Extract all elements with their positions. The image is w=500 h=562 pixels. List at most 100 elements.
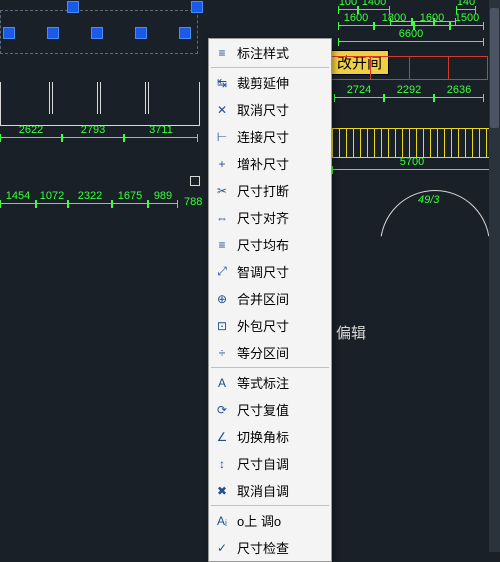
selection-grip[interactable] bbox=[192, 2, 202, 12]
menu-item-label: 合并区间 bbox=[237, 289, 323, 308]
dim-value: 2793 bbox=[81, 124, 105, 136]
menu-item-label: 标注样式 bbox=[237, 43, 323, 62]
menu-separator bbox=[211, 67, 329, 68]
menu-item-icon: ⊕ bbox=[213, 290, 231, 308]
menu-item[interactable]: A 等式标注 bbox=[209, 369, 331, 396]
menu-item-label: 尺寸打断 bbox=[237, 181, 323, 200]
menu-item-label: 尺寸自调 bbox=[237, 454, 323, 473]
menu-item[interactable]: ≡ 尺寸均布 bbox=[209, 231, 331, 258]
dim-value: 1500 bbox=[455, 12, 479, 24]
menu-item-label: o上 调o bbox=[237, 511, 323, 530]
menu-item[interactable]: ↕ 尺寸自调 bbox=[209, 450, 331, 477]
dimension-run: 5700 bbox=[332, 164, 492, 182]
menu-item-label: 智调尺寸 bbox=[237, 262, 323, 281]
selection-grip[interactable] bbox=[68, 2, 78, 12]
menu-item-icon: ≡ bbox=[213, 236, 231, 254]
dimension-run: 2622 2793 3711 bbox=[0, 132, 198, 150]
menu-item-icon: ↹ bbox=[213, 74, 231, 92]
context-menu: ≡ 标注样式 ↹ 裁剪延伸 ✕ 取消尺寸 ⊢ 连接尺寸 + 增补尺寸 ✂ 尺寸打断 ⇔ 尺寸对齐 ≡ 尺寸均布… bbox=[208, 38, 332, 562]
menu-item[interactable]: ✕ 取消尺寸 bbox=[209, 96, 331, 123]
side-label: 偏辑 bbox=[336, 322, 366, 343]
dim-value: 1600 bbox=[344, 12, 368, 24]
hatch-region bbox=[332, 128, 492, 158]
menu-item-icon: A bbox=[213, 374, 231, 392]
dim-value: 3711 bbox=[149, 124, 173, 136]
menu-item[interactable]: ⊢ 连接尺寸 bbox=[209, 123, 331, 150]
menu-separator bbox=[211, 367, 329, 368]
dim-value: 140 bbox=[457, 0, 475, 8]
menu-item-icon: ÷ bbox=[213, 344, 231, 362]
selection-grip[interactable] bbox=[48, 28, 58, 38]
selection-grip[interactable] bbox=[180, 28, 190, 38]
menu-item-icon: ⤢ bbox=[213, 263, 231, 281]
dim-value: 1675 bbox=[118, 190, 142, 202]
dim-value: 2322 bbox=[78, 190, 102, 202]
dim-value: 1800 bbox=[382, 12, 406, 24]
menu-item[interactable]: ✓ 尺寸检查 bbox=[209, 534, 331, 561]
menu-item[interactable]: ⇔ 尺寸对齐 bbox=[209, 204, 331, 231]
menu-item-label: 裁剪延伸 bbox=[237, 73, 323, 92]
menu-item-icon: ↕ bbox=[213, 455, 231, 473]
dim-value: 1072 bbox=[40, 190, 64, 202]
vertical-scrollbar[interactable] bbox=[489, 0, 500, 552]
menu-item-icon: ≡ bbox=[213, 44, 231, 62]
menu-item-label: 尺寸检查 bbox=[237, 538, 323, 557]
menu-item-icon: ⇔ bbox=[213, 209, 231, 227]
menu-item[interactable]: ÷ 等分区间 bbox=[209, 339, 331, 366]
dim-value: 788 bbox=[184, 196, 202, 208]
menu-item-icon: Aᵢ bbox=[213, 512, 231, 530]
dimension-run: 1454 1072 2322 1675 989 bbox=[0, 198, 178, 216]
menu-item[interactable]: Aᵢ o上 调o bbox=[209, 507, 331, 534]
menu-item[interactable]: ∠切换角标 bbox=[209, 423, 331, 450]
arc-outline bbox=[380, 190, 490, 300]
menu-item-icon: ⊢ bbox=[213, 128, 231, 146]
dim-value: 2636 bbox=[447, 84, 471, 96]
menu-item-icon: + bbox=[213, 155, 231, 173]
menu-item[interactable]: ⟳ 尺寸复值 bbox=[209, 396, 331, 423]
menu-item[interactable]: ✖ 取消自调 bbox=[209, 477, 331, 504]
menu-item[interactable]: ⤢ 智调尺寸 bbox=[209, 258, 331, 285]
dim-value: 100 bbox=[339, 0, 357, 8]
menu-item-label: 外包尺寸 bbox=[237, 316, 323, 335]
menu-item[interactable]: ⊡外包尺寸 bbox=[209, 312, 331, 339]
dim-value: 2622 bbox=[19, 124, 43, 136]
menu-item[interactable]: ≡ 标注样式 bbox=[209, 39, 331, 66]
menu-item-label: 增补尺寸 bbox=[237, 154, 323, 173]
selection-grip[interactable] bbox=[92, 28, 102, 38]
cad-canvas[interactable]: 100 1400 140 1600 1800 1600 1500 6600 改开… bbox=[0, 0, 500, 552]
dim-value: 6600 bbox=[399, 28, 423, 40]
menu-item-icon: ✖ bbox=[213, 482, 231, 500]
dim-value: 1454 bbox=[6, 190, 30, 202]
dim-value: 1600 bbox=[420, 12, 444, 24]
scrollbar-thumb[interactable] bbox=[490, 8, 499, 128]
menu-item-label: 取消自调 bbox=[237, 481, 323, 500]
dimension-run: 2724 2292 2636 bbox=[334, 92, 484, 110]
menu-item-icon: ✂ bbox=[213, 182, 231, 200]
menu-item-icon: ⟳ bbox=[213, 401, 231, 419]
menu-item[interactable]: + 增补尺寸 bbox=[209, 150, 331, 177]
menu-item-label: 连接尺寸 bbox=[237, 127, 323, 146]
dim-value: 2724 bbox=[347, 84, 371, 96]
menu-item-label: 尺寸均布 bbox=[237, 235, 323, 254]
menu-item-label: 尺寸对齐 bbox=[237, 208, 323, 227]
dim-value: 5700 bbox=[400, 156, 424, 168]
selection-grip[interactable] bbox=[136, 28, 146, 38]
menu-item[interactable]: ↹ 裁剪延伸 bbox=[209, 69, 331, 96]
square-marker bbox=[190, 176, 200, 186]
dim-value: 1400 bbox=[362, 0, 386, 8]
menu-item[interactable]: ⊕ 合并区间 bbox=[209, 285, 331, 312]
menu-item-label: 等式标注 bbox=[237, 373, 323, 392]
dim-value: 2292 bbox=[397, 84, 421, 96]
menu-item-label: 尺寸复值 bbox=[237, 400, 323, 419]
menu-item-icon: ∠ bbox=[213, 428, 231, 446]
selection-grip[interactable] bbox=[4, 28, 14, 38]
menu-item-icon: ✓ bbox=[213, 539, 231, 557]
section-outline bbox=[0, 82, 200, 126]
dim-value: 49/3 bbox=[418, 194, 439, 206]
menu-item-label: 取消尺寸 bbox=[237, 100, 323, 119]
menu-item[interactable]: ✂ 尺寸打断 bbox=[209, 177, 331, 204]
menu-item-label: 等分区间 bbox=[237, 343, 323, 362]
dim-value: 989 bbox=[154, 190, 172, 202]
menu-separator bbox=[211, 505, 329, 506]
menu-item-icon: ✕ bbox=[213, 101, 231, 119]
